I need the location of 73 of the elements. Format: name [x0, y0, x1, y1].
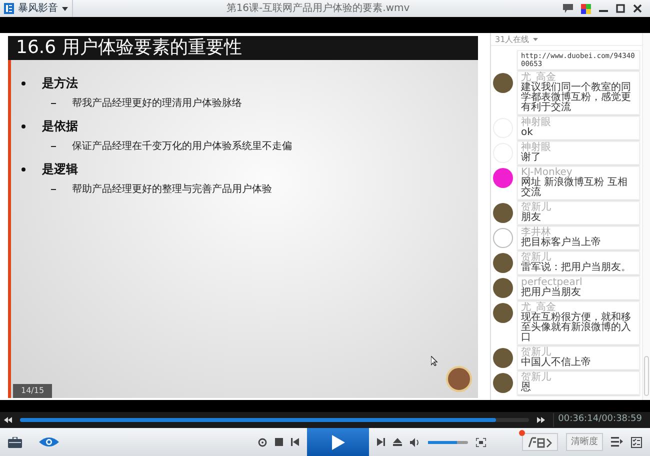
message-text: ok — [521, 128, 534, 138]
user-name: 尤_高金 — [521, 73, 556, 83]
message-text: 把目标客户当上帝 — [521, 238, 602, 248]
next-icon[interactable] — [377, 438, 385, 446]
bullet-heading: 是依据 — [42, 118, 78, 135]
avatar-photo-placeholder — [493, 73, 513, 93]
message-text: 把用户当朋友 — [521, 288, 581, 298]
avatar-photo-placeholder — [493, 253, 513, 273]
rewind-icon[interactable] — [4, 417, 12, 423]
bullet-subitem: 保证产品经理在千变万化的用户体验系统里不走偏 — [72, 140, 292, 154]
maximize-icon[interactable] — [616, 4, 625, 13]
user-name: 贺新儿 — [521, 373, 552, 383]
bullet-icon — [21, 124, 26, 128]
checklist-icon[interactable] — [631, 436, 642, 448]
bullet-subitem: 帮助产品经理更好的整理与完善产品用户体验 — [72, 182, 272, 197]
play-button[interactable] — [307, 428, 369, 456]
live-button[interactable] — [522, 433, 558, 451]
playback-time: 00:36:14/00:38:59 — [553, 413, 646, 427]
avatar-photo-placeholder — [493, 203, 513, 223]
user-name: 贺新儿 — [521, 203, 552, 213]
toolbox-icon[interactable] — [8, 436, 22, 448]
app-logo-icon — [4, 3, 14, 14]
fullscreen-icon[interactable] — [476, 438, 486, 446]
message-text: 建议我们同一个教室的同学都表微博互粉，感觉更有利于交流 — [521, 83, 632, 113]
settings-icon[interactable] — [258, 438, 267, 446]
fast-forward-icon[interactable] — [537, 417, 546, 423]
quality-button[interactable]: 清晰度 — [566, 433, 603, 451]
play-icon — [332, 434, 344, 450]
close-icon[interactable] — [633, 4, 642, 13]
user-name: 贺新儿 — [521, 348, 551, 358]
message-text: 雷军说：把用户当朋友。 — [521, 263, 632, 273]
user-name: 尤_高金 — [521, 303, 556, 313]
avatar-photo-placeholder — [493, 373, 513, 393]
message-text: 现在互粉很方便，就和移至头像就有新浪微博的入口 — [521, 313, 632, 343]
mouse-cursor-icon — [431, 356, 438, 366]
scrollbar[interactable] — [642, 33, 650, 400]
caret-icon — [62, 6, 68, 10]
presenter-photo-placeholder — [446, 366, 472, 392]
user-name: KJ-Monkey — [521, 168, 572, 178]
bullet-icon — [21, 166, 26, 172]
user-name: 神射眼 — [521, 118, 552, 128]
slide-title: 16.6 用户体验要素的重要性 — [8, 36, 478, 60]
bullet-icon — [21, 80, 26, 86]
online-count: 31人在线 — [495, 34, 530, 46]
user-name: perfectpearl — [521, 278, 584, 288]
avatar-circle — [493, 228, 513, 248]
chat-icon[interactable] — [563, 4, 573, 13]
avatar-photo-placeholder — [493, 278, 513, 298]
bullet-subitem: 帮我产品经理更好的理清用户体验脉络 — [72, 96, 242, 111]
eject-icon[interactable] — [393, 438, 402, 446]
user-name: 李井林 — [521, 228, 552, 238]
eye-icon[interactable] — [38, 436, 60, 448]
user-name: 神射眼 — [521, 143, 552, 153]
window-title: 第16课-互联网产品用户体验的要素.wmv — [226, 3, 410, 14]
app-menu-button[interactable]: 暴风影音 — [0, 0, 73, 17]
logo-icon — [527, 436, 553, 448]
color-palette-icon[interactable] — [581, 4, 591, 14]
previous-icon[interactable] — [291, 438, 299, 446]
avatar-photo-placeholder — [493, 348, 513, 368]
speaker-icon[interactable] — [410, 438, 420, 446]
caret-icon[interactable] — [533, 38, 538, 40]
message-text: 恩 — [521, 383, 532, 393]
message-text: 朋友 — [521, 213, 542, 223]
message-text: 中国人不信上帝 — [521, 358, 592, 368]
message-text: 谢了 — [521, 153, 542, 163]
playlist-icon[interactable] — [611, 437, 623, 447]
user-name: 贺新儿 — [521, 253, 552, 263]
volume-slider[interactable] — [428, 440, 468, 444]
avatar-photo-placeholder — [493, 303, 513, 323]
page-number: 14/15 — [13, 384, 52, 398]
bullet-heading: 是方法 — [42, 75, 78, 92]
bullet-heading: 是逻辑 — [42, 161, 78, 178]
message-text: 网址 新浪微博互粉 互相交流 — [521, 178, 628, 198]
